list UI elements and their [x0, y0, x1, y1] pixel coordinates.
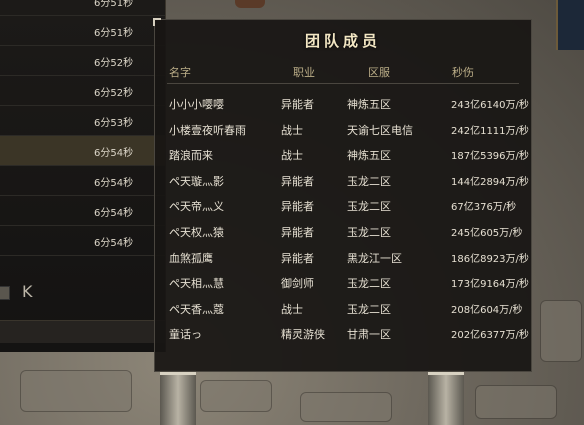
member-name: ペ天帝灬义 — [169, 200, 224, 214]
member-name: ペ天香灬蔻 — [169, 302, 224, 316]
member-dps: 186亿8923万/秒 — [451, 253, 529, 265]
floor-stone — [20, 370, 132, 412]
time-list-item[interactable]: 6分54秒 — [0, 196, 165, 226]
team-members-popup: 团队成员 名字 职业 区服 秒伤 小小小嘤嘤 异能者 神炼五区 243亿6140万/秒… — [153, 18, 532, 372]
time-label: 6分52秒 — [94, 88, 134, 99]
member-name: 小楼壹夜听春雨 — [169, 123, 246, 137]
member-dps: 202亿6377万/秒 — [451, 330, 529, 342]
member-job: 异能者 — [281, 98, 314, 111]
member-server: 黑龙江一区 — [347, 251, 402, 265]
time-label: 6分53秒 — [94, 118, 134, 129]
header-dps: 秒伤 — [452, 66, 474, 79]
member-name: 踏浪而来 — [169, 149, 213, 163]
member-server: 神炼五区 — [347, 149, 391, 163]
record-list-panel: 6分51秒 6分51秒 6分52秒 6分52秒 6分53秒 6分54秒 6分54秒 6分54秒… — [0, 0, 166, 352]
time-list-item[interactable]: 6分51秒 — [0, 0, 165, 16]
member-dps: 243亿6140万/秒 — [451, 100, 529, 111]
time-label: 6分51秒 — [94, 0, 134, 9]
floor-stone — [540, 300, 582, 362]
member-job: 战士 — [281, 123, 303, 137]
member-server: 天谕七区电信 — [347, 123, 413, 137]
member-row: 小楼壹夜听春雨 战士 天谕七区电信 242亿1111万/秒 — [155, 118, 531, 143]
member-server: 玉龙二区 — [347, 226, 391, 239]
member-job: 战士 — [281, 149, 303, 163]
last-page-button[interactable]: K — [22, 282, 33, 301]
popup-title: 团队成员 — [304, 32, 381, 50]
panel-bottom-bar — [0, 320, 165, 343]
member-row: 童话っ 精灵游侠 甘肃一区 202亿6377万/秒 — [155, 322, 531, 347]
time-list-item[interactable]: 6分52秒 — [0, 76, 165, 106]
member-row: ペ天璇灬影 异能者 玉龙二区 144亿2894万/秒 — [155, 169, 531, 194]
member-row: ペ天相灬慧 御剑师 玉龙二区 173亿9164万/秒 — [155, 271, 531, 296]
member-name: 小小小嘤嘤 — [169, 98, 224, 111]
header-name: 名字 — [169, 66, 191, 79]
time-label: 6分54秒 — [94, 208, 134, 219]
member-dps: 208亿604万/秒 — [451, 304, 523, 316]
member-dps: 173亿9164万/秒 — [451, 279, 529, 291]
member-row: ペ天帝灬义 异能者 玉龙二区 67亿376万/秒 — [155, 194, 531, 219]
time-label: 6分54秒 — [94, 148, 134, 159]
member-server: 玉龙二区 — [347, 174, 391, 188]
member-name: 血煞孤鹰 — [169, 251, 213, 265]
member-server: 玉龙二区 — [347, 277, 391, 291]
member-row: 踏浪而来 战士 神炼五区 187亿5396万/秒 — [155, 143, 531, 168]
member-job: 战士 — [281, 302, 303, 316]
top-ornament — [235, 0, 265, 8]
header-divider — [167, 83, 519, 84]
floor-stone — [300, 392, 392, 422]
time-list-item[interactable]: 6分54秒 — [0, 136, 165, 166]
member-server: 玉龙二区 — [347, 200, 391, 214]
time-label: 6分51秒 — [94, 28, 134, 39]
time-list-item[interactable]: 6分51秒 — [0, 16, 165, 46]
floor-stone — [475, 385, 557, 419]
time-list-item[interactable]: 6分52秒 — [0, 46, 165, 76]
member-server: 玉龙二区 — [347, 302, 391, 316]
member-row: 小小小嘤嘤 异能者 神炼五区 243亿6140万/秒 — [155, 92, 531, 117]
member-job: 御剑师 — [281, 277, 314, 291]
member-dps: 144亿2894万/秒 — [451, 176, 529, 188]
member-job: 异能者 — [281, 174, 314, 188]
member-row: ペ天香灬蔻 战士 玉龙二区 208亿604万/秒 — [155, 297, 531, 322]
member-name: ペ天璇灬影 — [169, 174, 224, 188]
time-list-item[interactable]: 6分54秒 — [0, 166, 165, 196]
member-row: 血煞孤鹰 异能者 黑龙江一区 186亿8923万/秒 — [155, 246, 531, 271]
member-server: 甘肃一区 — [347, 328, 391, 342]
member-dps: 245亿605万/秒 — [451, 228, 523, 239]
stone-pillar — [160, 370, 196, 425]
popup-corner-ornament — [153, 18, 161, 26]
member-dps: 67亿376万/秒 — [451, 202, 517, 214]
member-job: 精灵游侠 — [281, 328, 325, 342]
member-dps: 187亿5396万/秒 — [451, 151, 529, 163]
time-list-item[interactable]: 6分53秒 — [0, 106, 165, 136]
pager: K — [0, 282, 165, 308]
time-label: 6分54秒 — [94, 178, 134, 189]
stone-pillar — [428, 370, 464, 425]
header-job: 职业 — [293, 66, 315, 79]
header-server: 区服 — [368, 66, 390, 79]
member-name: ペ天相灬慧 — [169, 277, 224, 291]
time-label: 6分54秒 — [94, 238, 134, 249]
prev-page-button[interactable] — [0, 286, 10, 300]
member-job: 异能者 — [281, 226, 314, 239]
time-list-item[interactable]: 6分54秒 — [0, 226, 165, 256]
time-label: 6分52秒 — [94, 58, 134, 69]
member-job: 异能者 — [281, 200, 314, 214]
floor-stone — [200, 380, 272, 412]
member-job: 异能者 — [281, 251, 314, 265]
member-server: 神炼五区 — [347, 98, 391, 111]
member-dps: 242亿1111万/秒 — [451, 125, 529, 137]
member-name: 童话っ — [169, 328, 202, 342]
member-name: ペ天权灬猿 — [169, 226, 224, 239]
member-row: ペ天权灬猿 异能者 玉龙二区 245亿605万/秒 — [155, 220, 531, 245]
top-right-panel-edge — [556, 0, 584, 50]
